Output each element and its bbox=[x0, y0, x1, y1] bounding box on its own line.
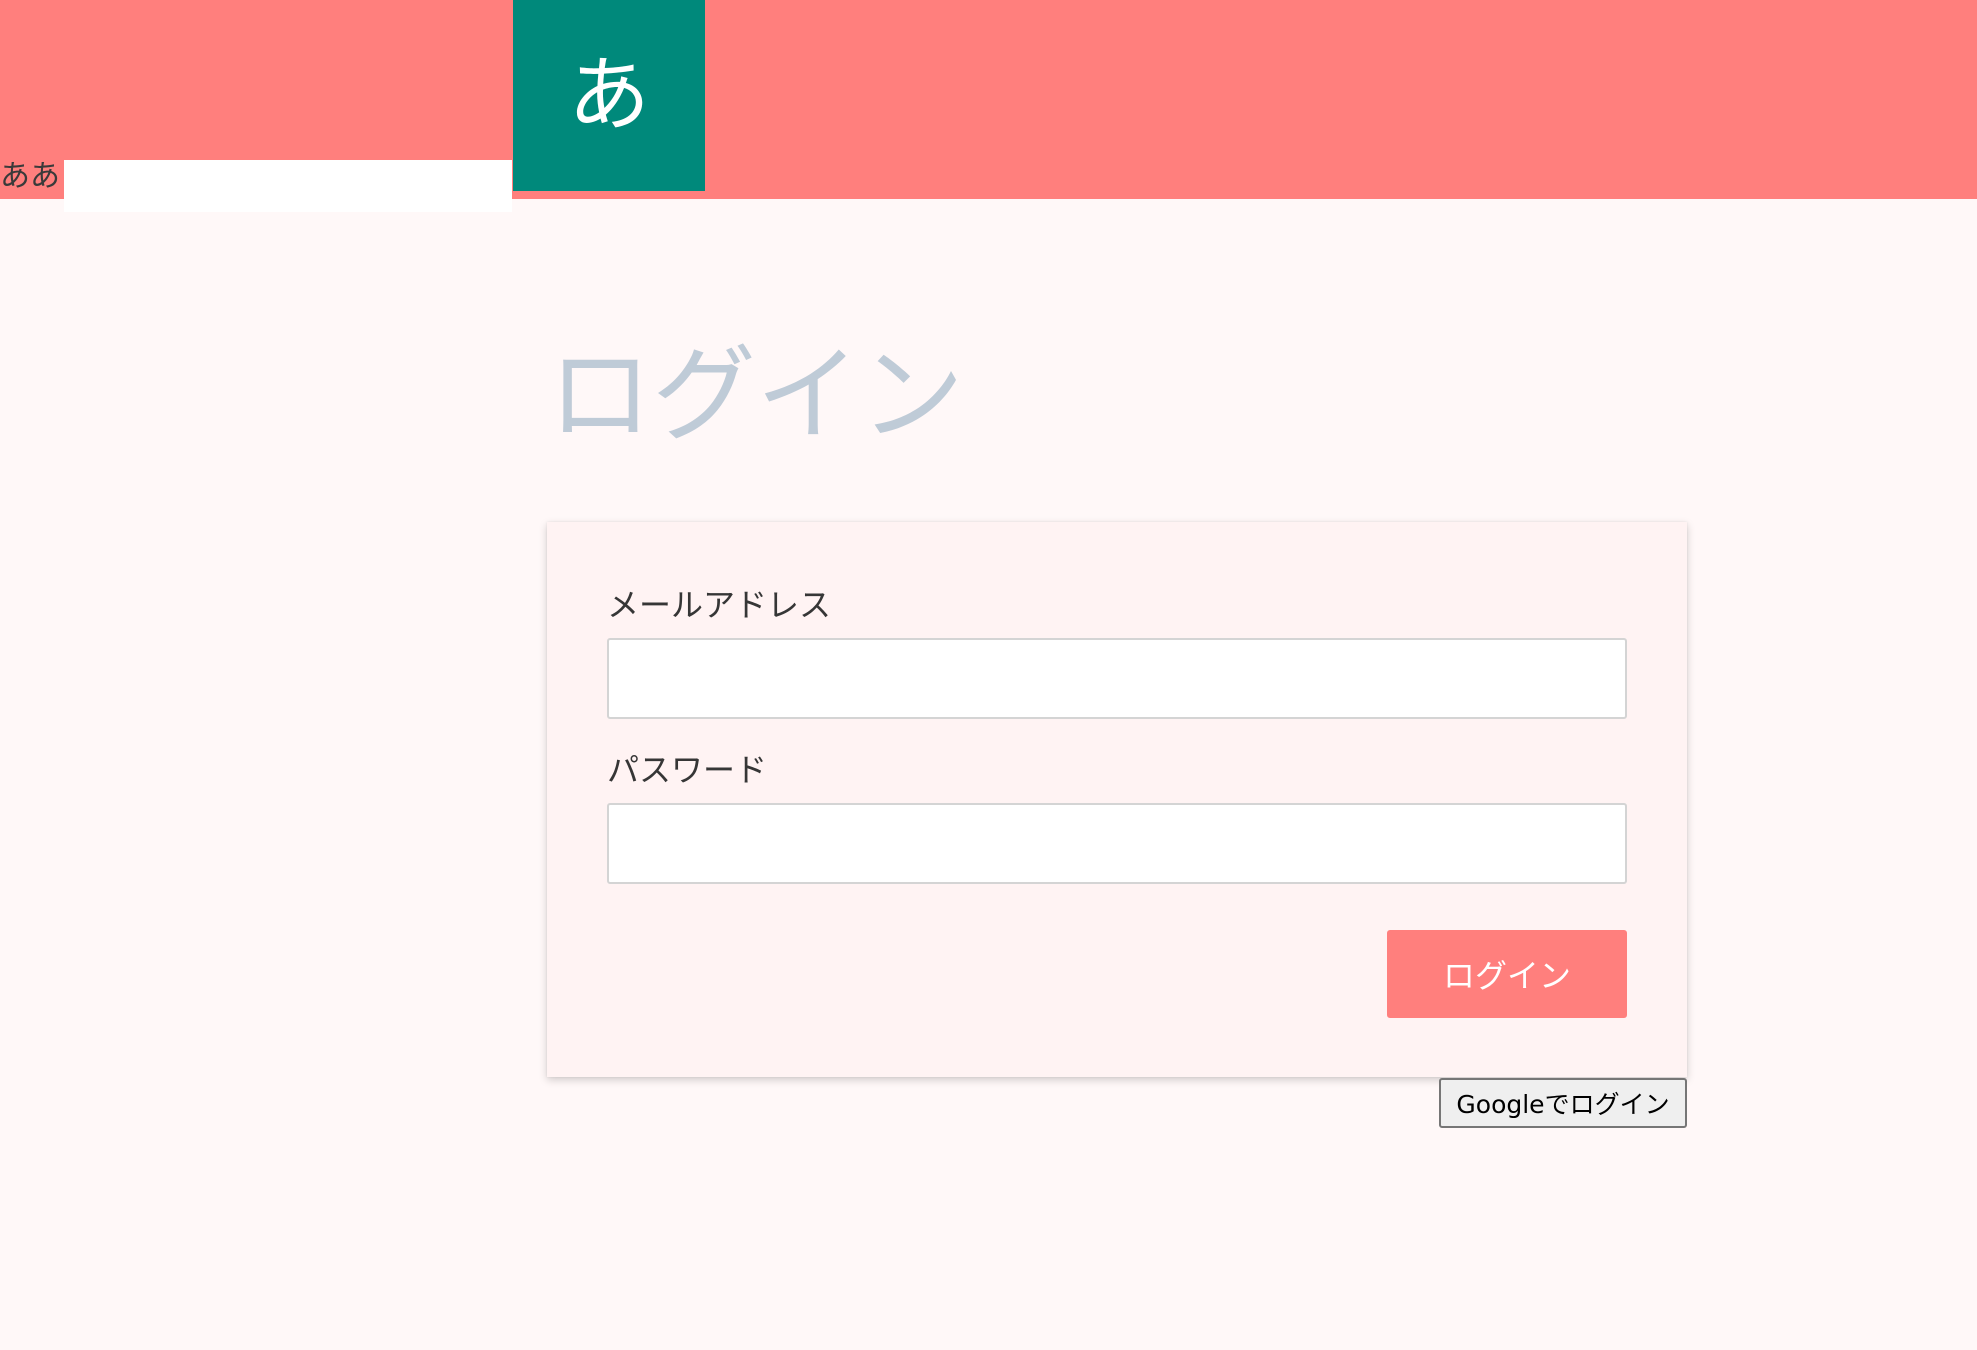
password-label: パスワード bbox=[607, 751, 768, 789]
login-button[interactable]: ログイン bbox=[1387, 930, 1627, 1018]
email-label: メールアドレス bbox=[607, 586, 832, 624]
email-field[interactable] bbox=[607, 638, 1627, 719]
header-label: ああ bbox=[0, 159, 60, 194]
google-login-button[interactable]: Googleでログイン bbox=[1439, 1078, 1687, 1128]
logo-tile[interactable]: あ bbox=[513, 0, 705, 191]
logo-glyph: あ bbox=[567, 47, 650, 143]
header-bar: ああ あ bbox=[0, 0, 1977, 212]
login-form-card: メールアドレス パスワード ログイン bbox=[547, 522, 1687, 1077]
page-title: ログイン bbox=[548, 334, 965, 456]
header-input[interactable] bbox=[64, 160, 512, 212]
password-field[interactable] bbox=[607, 803, 1627, 884]
